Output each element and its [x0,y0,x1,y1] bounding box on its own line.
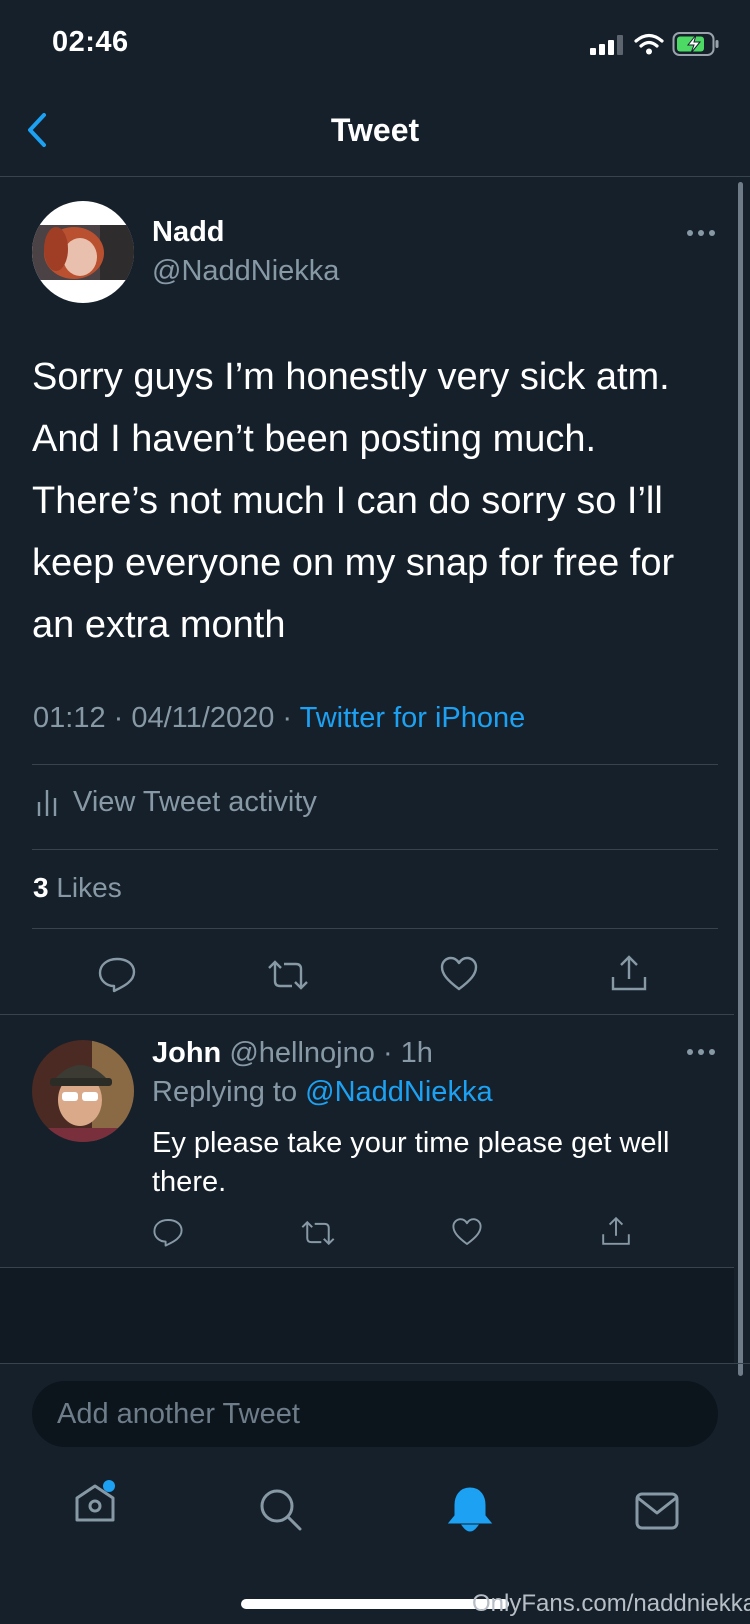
likes-label: Likes [56,872,122,903]
reply-icon[interactable] [97,955,137,993]
reply-author-avatar[interactable] [32,1040,134,1142]
actions-divider [0,1014,734,1015]
likes-summary[interactable]: 3 Likes [33,872,122,904]
reply-separator: · [374,1037,401,1069]
likes-count: 3 [33,872,49,903]
header-divider [0,176,750,177]
replying-to-handle[interactable]: @NaddNiekka [305,1076,492,1108]
tweet-text: Sorry guys I’m honestly very sick atm. A… [32,356,675,646]
reply-like-icon[interactable] [451,1216,483,1248]
watermark-text: OnlyFans.com/naddniekka [472,1590,750,1617]
tweet-time: 01:12 [33,702,106,734]
author-handle[interactable]: @NaddNiekka [152,255,339,288]
tweet-date: 04/11/2020 [131,702,275,734]
replying-to-line: Replying to @NaddNiekka [152,1076,493,1109]
share-icon[interactable] [609,953,649,993]
author-avatar[interactable] [32,201,134,303]
wifi-icon [634,33,664,55]
likes-divider [32,928,718,929]
author-name[interactable]: Nadd [152,216,225,249]
battery-charging-icon [672,31,720,57]
compose-divider [0,1363,750,1364]
home-indicator[interactable] [241,1599,509,1609]
status-time: 02:46 [52,26,129,58]
tab-messages[interactable] [635,1492,679,1530]
tab-search[interactable] [258,1487,304,1533]
reply-retweet-icon[interactable] [299,1218,337,1248]
reply-header: John @hellnojno · 1h [152,1037,433,1070]
empty-feed-area [0,1268,734,1363]
meta-divider [32,764,718,765]
view-tweet-activity-link[interactable]: View Tweet activity [73,786,317,819]
reply-reply-icon[interactable] [152,1216,184,1248]
meta-separator: · [274,702,300,734]
add-tweet-placeholder: Add another Tweet [57,1398,300,1430]
reply-more-options-icon[interactable] [686,1047,716,1057]
like-icon[interactable] [439,955,479,993]
bell-icon [447,1487,493,1532]
tweet-metadata: 01:12 · 04/11/2020 · Twitter for iPhone [33,702,525,735]
activity-chart-icon [36,788,58,818]
activity-divider [32,849,718,850]
reply-text: Ey please take your time please get well… [152,1127,670,1198]
replying-to-label: Replying to [152,1076,298,1108]
search-icon [260,1489,302,1531]
home-notification-dot [103,1480,115,1492]
scrollbar[interactable] [738,182,743,1376]
meta-separator: · [105,702,132,734]
tab-notifications[interactable] [447,1486,493,1534]
reply-share-icon[interactable] [600,1214,632,1248]
reply-author-name[interactable]: John [152,1037,221,1069]
page-title: Tweet [330,112,420,148]
add-tweet-input[interactable]: Add another Tweet [32,1381,718,1447]
retweet-icon[interactable] [265,957,311,993]
envelope-icon [635,1492,679,1530]
more-options-icon[interactable] [686,228,716,238]
reply-age: 1h [400,1037,433,1069]
tweet-source-link[interactable]: Twitter for iPhone [300,702,526,734]
cellular-signal-icon [590,35,626,55]
reply-author-handle[interactable]: @hellnojno [229,1037,375,1069]
